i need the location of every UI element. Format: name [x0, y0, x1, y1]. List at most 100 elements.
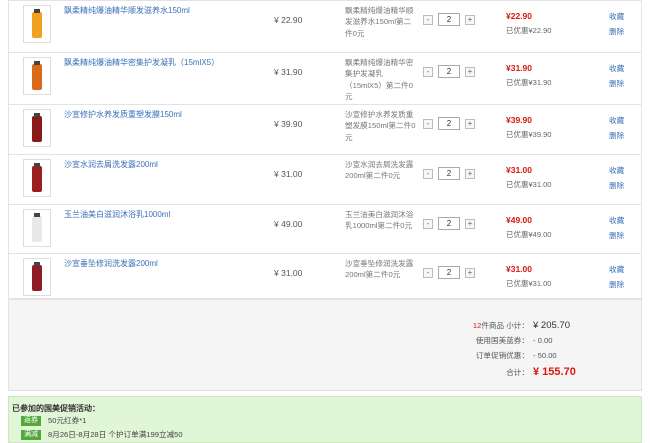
item-discount: 已优惠¥31.00 [506, 279, 552, 288]
increase-quantity-button[interactable]: + [465, 118, 475, 129]
product-thumbnail[interactable] [23, 57, 51, 95]
quantity-stepper: -2 + [423, 13, 475, 26]
product-thumbnail[interactable] [23, 159, 51, 197]
cart-item-row: 沙宣修护水养发质重塑发膜150ml ¥ 39.90 沙宣修护水养发质重塑发膜150m… [8, 104, 642, 154]
total-label: 合计： [506, 368, 529, 377]
increase-quantity-button[interactable]: + [465, 168, 475, 179]
promo-label: 订单促销优惠： [475, 351, 529, 360]
total-row: 合计： ¥ 155.70 [506, 366, 589, 378]
decrease-quantity-button[interactable]: - [423, 218, 433, 229]
delete-link[interactable]: 删除 [609, 78, 624, 89]
coupon-row: 使用国美蓝券： - 0.00 [476, 335, 589, 346]
product-name-link[interactable]: 飘柔精纯爆油精华顺发滋养水150ml [64, 5, 190, 16]
decrease-quantity-button[interactable]: - [423, 118, 433, 129]
decrease-quantity-button[interactable]: - [423, 14, 433, 25]
item-discount: 已优惠¥49.00 [506, 230, 552, 239]
activity-text: 8月26日-8月28日 个护订单满199立减50 [48, 430, 183, 439]
item-discount: 已优惠¥22.90 [506, 26, 552, 35]
quantity-stepper: -2 + [423, 167, 475, 180]
item-subtotal: ¥39.90 [506, 115, 532, 125]
product-bottle-icon [32, 163, 42, 192]
quantity-input[interactable]: 2 [438, 266, 460, 279]
item-subtotal: ¥49.00 [506, 215, 532, 225]
cart-item-row: 沙宣水润去屑洗发露200ml ¥ 31.00 沙宣水润去屑洗发露200ml第二件0元… [8, 154, 642, 204]
delete-link[interactable]: 删除 [609, 130, 624, 141]
promo-description: 飘柔精纯爆油精华密集护发凝乳（15mlX5）第二件0元 [345, 58, 414, 102]
increase-quantity-button[interactable]: + [465, 267, 475, 278]
item-subtotal: ¥31.00 [506, 165, 532, 175]
subtotal-row: 12件商品 小计： ¥ 205.70 [473, 320, 589, 331]
delete-link[interactable]: 删除 [609, 180, 624, 191]
product-name-link[interactable]: 沙宣垂坠修润洗发露200ml [64, 258, 158, 269]
coupon-value: - 0.00 [533, 336, 553, 345]
product-thumbnail[interactable] [23, 209, 51, 247]
item-subtotal: ¥31.00 [506, 264, 532, 274]
product-name-link[interactable]: 飘柔精纯爆油精华密集护发凝乳（15mlX5） [64, 57, 219, 68]
product-thumbnail[interactable] [23, 109, 51, 147]
coupon-tag: 返券 [21, 415, 41, 426]
favorite-link[interactable]: 收藏 [609, 264, 624, 275]
item-discount: 已优惠¥31.90 [506, 78, 552, 87]
increase-quantity-button[interactable]: + [465, 66, 475, 77]
unit-price: ¥ 49.00 [274, 219, 303, 229]
increase-quantity-button[interactable]: + [465, 14, 475, 25]
promo-description: 沙宣水润去屑洗发露200ml第二件0元 [345, 160, 414, 181]
decrease-quantity-button[interactable]: - [423, 66, 433, 77]
promo-row: 订单促销优惠： - 50.00 [476, 350, 589, 361]
discount-tag: 满减 [21, 429, 41, 440]
cart-item-row: 飘柔精纯爆油精华密集护发凝乳（15mlX5） ¥ 31.90 飘柔精纯爆油精华密集护… [8, 52, 642, 104]
product-bottle-icon [32, 9, 42, 38]
unit-price: ¥ 31.00 [274, 169, 303, 179]
promo-value: - 50.00 [533, 351, 557, 360]
quantity-input[interactable]: 2 [438, 217, 460, 230]
item-discount: 已优惠¥31.00 [506, 180, 552, 189]
product-name-link[interactable]: 沙宣水润去屑洗发露200ml [64, 159, 158, 170]
unit-price: ¥ 39.90 [274, 119, 303, 129]
total-value: ¥ 155.70 [533, 366, 576, 378]
promotion-activity-panel: 已参加的国美促销活动： 返券 50元红券*1 满减 8月26日-8月28日 个护… [8, 396, 642, 443]
activity-row: 返券 50元红券*1 [21, 415, 86, 426]
quantity-stepper: -2 + [423, 117, 475, 130]
subtotal-value: ¥ 205.70 [533, 320, 570, 331]
quantity-input[interactable]: 2 [438, 65, 460, 78]
product-bottle-icon [32, 61, 42, 90]
item-count-label: 件商品 小计： [481, 321, 529, 330]
promo-description: 玉兰油美白滋润沐浴乳1000ml第二件0元 [345, 210, 414, 231]
item-subtotal: ¥31.90 [506, 63, 532, 73]
quantity-stepper: -2 + [423, 65, 475, 78]
cart-item-row: 飘柔精纯爆油精华顺发滋养水150ml ¥ 22.90 飘柔精纯爆油精华顺发滋养水15… [8, 0, 642, 52]
increase-quantity-button[interactable]: + [465, 218, 475, 229]
favorite-link[interactable]: 收藏 [609, 11, 624, 22]
order-summary: 12件商品 小计： ¥ 205.70 使用国美蓝券： - 0.00 订单促销优惠： -… [8, 299, 642, 391]
coupon-label: 使用国美蓝券： [475, 336, 529, 345]
item-subtotal: ¥22.90 [506, 11, 532, 21]
promo-description: 沙宣修护水养发质重塑发膜150ml第二件0元 [345, 110, 416, 142]
favorite-link[interactable]: 收藏 [609, 165, 624, 176]
promo-description: 沙宣垂坠修润洗发露200ml第二件0元 [345, 259, 414, 280]
promo-description: 飘柔精纯爆油精华顺发滋养水150ml第二件0元 [345, 6, 414, 38]
product-name-link[interactable]: 玉兰油美白滋润沐浴乳1000ml [64, 209, 170, 220]
product-bottle-icon [32, 113, 42, 142]
delete-link[interactable]: 删除 [609, 230, 624, 241]
favorite-link[interactable]: 收藏 [609, 63, 624, 74]
delete-link[interactable]: 删除 [609, 26, 624, 37]
product-thumbnail[interactable] [23, 5, 51, 43]
decrease-quantity-button[interactable]: - [423, 168, 433, 179]
item-discount: 已优惠¥39.90 [506, 130, 552, 139]
favorite-link[interactable]: 收藏 [609, 115, 624, 126]
activity-title: 已参加的国美促销活动： [12, 404, 100, 413]
product-name-link[interactable]: 沙宣修护水养发质重塑发膜150ml [64, 109, 182, 120]
quantity-input[interactable]: 2 [438, 167, 460, 180]
activity-text: 50元红券*1 [48, 416, 87, 425]
product-thumbnail[interactable] [23, 258, 51, 296]
favorite-link[interactable]: 收藏 [609, 215, 624, 226]
quantity-stepper: -2 + [423, 266, 475, 279]
unit-price: ¥ 31.00 [274, 268, 303, 278]
decrease-quantity-button[interactable]: - [423, 267, 433, 278]
product-bottle-icon [32, 262, 42, 291]
quantity-input[interactable]: 2 [438, 117, 460, 130]
delete-link[interactable]: 删除 [609, 279, 624, 290]
quantity-input[interactable]: 2 [438, 13, 460, 26]
quantity-stepper: -2 + [423, 217, 475, 230]
activity-row: 满减 8月26日-8月28日 个护订单满199立减50 [21, 429, 183, 440]
